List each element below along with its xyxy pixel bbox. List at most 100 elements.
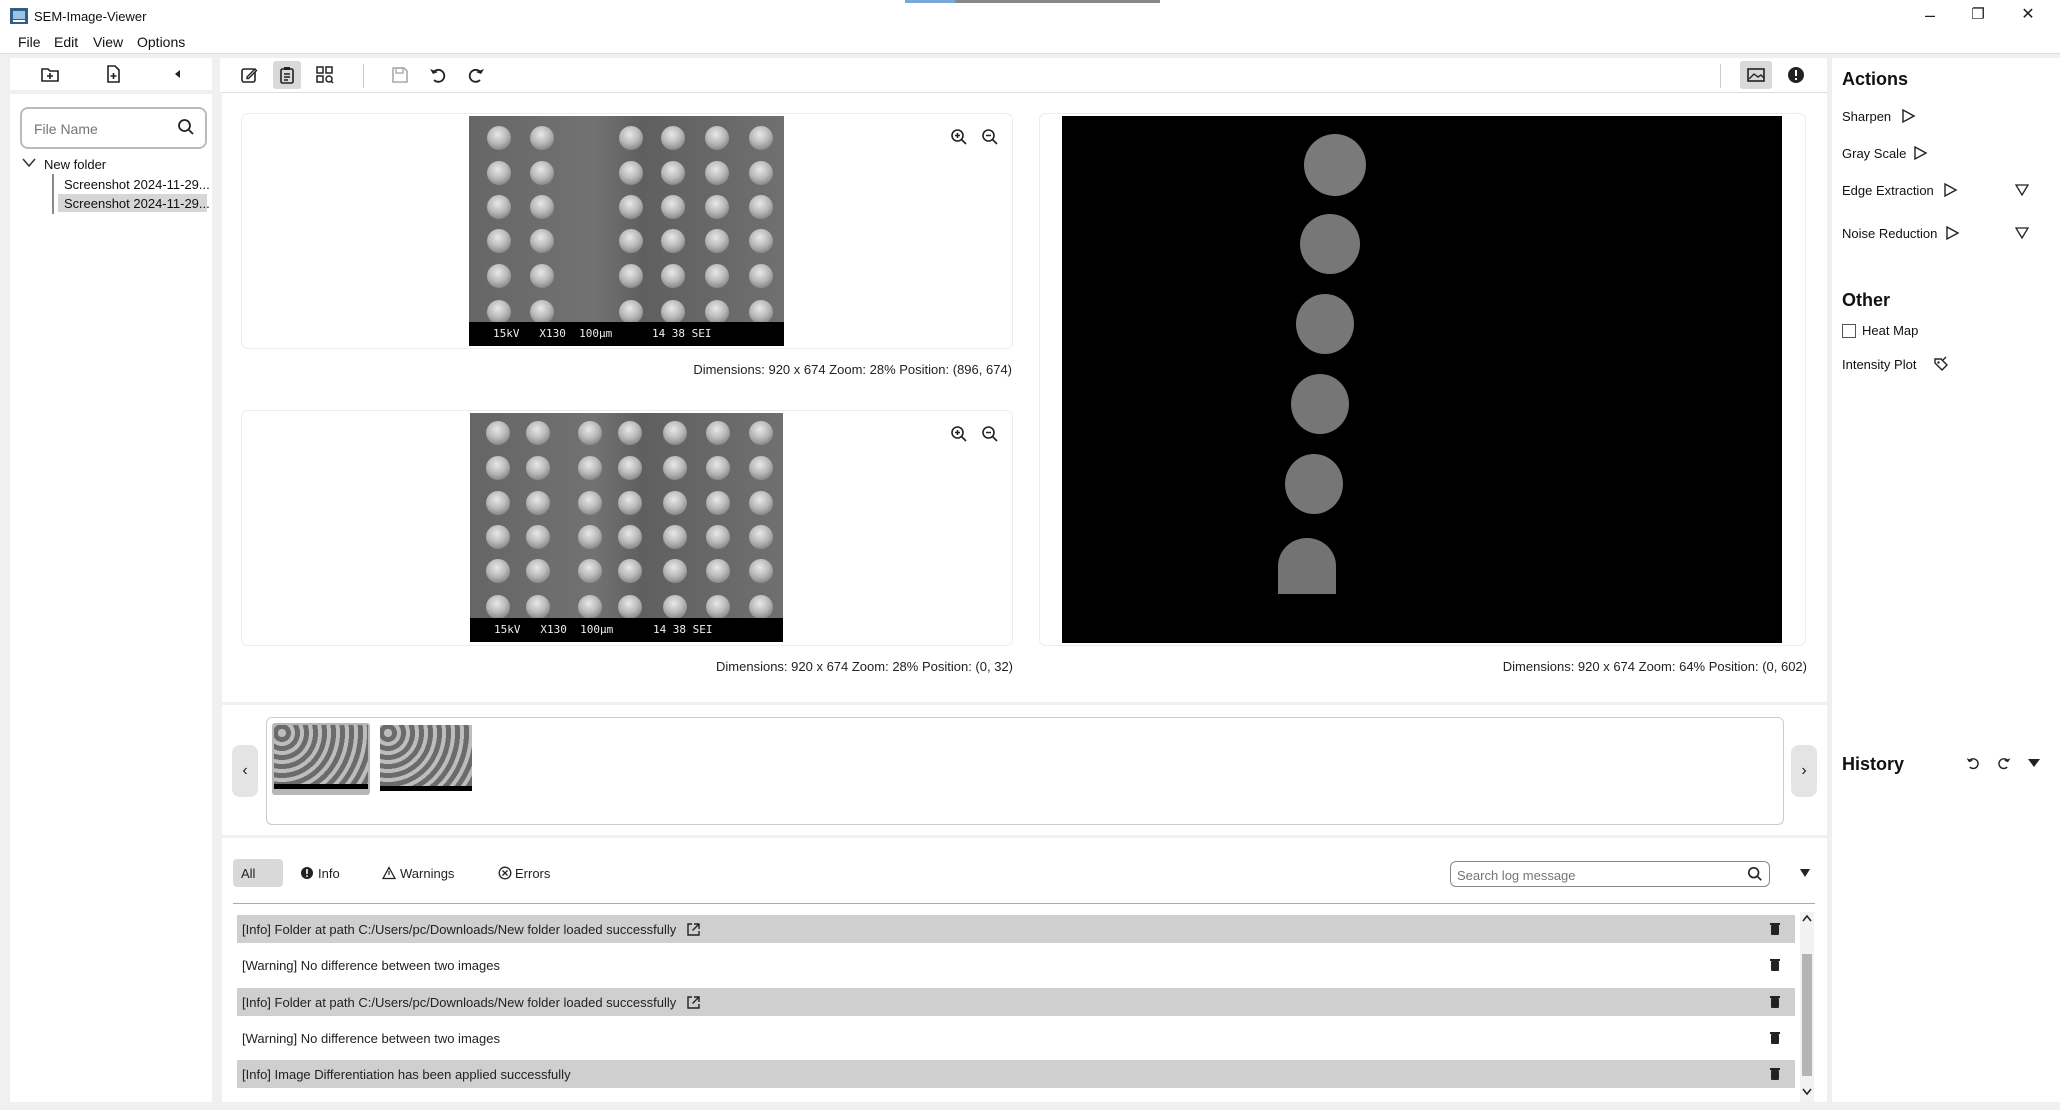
log-filter-info[interactable]: Info [292,859,348,887]
history-undo-icon[interactable] [1965,755,1981,771]
play-icon[interactable] [1942,182,1958,198]
play-icon[interactable] [1912,145,1928,161]
maximize-button[interactable]: ❐ [1958,4,1998,26]
close-button[interactable]: ✕ [2008,4,2048,26]
save-button[interactable] [386,61,414,89]
tree-folder[interactable]: New folder [44,157,106,172]
sem-pillar [705,195,729,219]
collapse-sidebar-button[interactable] [164,60,192,88]
log-filter-errors[interactable]: Errors [490,859,558,887]
image-compare-button[interactable] [1740,61,1772,89]
log-entry: [Info] Folder at path C:/Users/pc/Downlo… [237,988,1795,1016]
action-grayscale-label: Gray Scale [1842,146,1907,161]
log-entry: [Warning] No difference between two imag… [237,1024,1795,1052]
image-dimensions-bottom-left: Dimensions: 920 x 674 Zoom: 28% Position… [716,659,1013,674]
play-icon[interactable] [1944,225,1960,241]
log-entry: [Warning] No difference between two imag… [237,951,1795,979]
sem-pillar [578,421,602,445]
search-icon[interactable] [1747,866,1763,882]
tree-file-item-selected[interactable]: Screenshot 2024-11-29... [64,196,210,211]
alert-button[interactable] [1782,61,1810,89]
menu-view[interactable]: View [93,34,123,50]
sem-pillar [618,456,642,480]
log-filter-all[interactable]: All [233,859,283,887]
menu-options[interactable]: Options [137,34,185,50]
zoom-out-icon[interactable] [981,128,999,146]
thumbnail-1[interactable] [274,725,368,789]
open-folder-icon [41,68,59,82]
zoom-out-icon[interactable] [981,425,999,443]
sem-pillar [661,126,685,150]
log-search-input[interactable] [1457,866,1737,884]
scroll-down-icon[interactable] [1802,1088,1812,1096]
file-search-input[interactable] [34,119,164,139]
zoom-in-icon[interactable] [950,128,968,146]
expand-options-icon[interactable] [2015,227,2029,239]
clipboard-button[interactable] [273,61,301,89]
expand-options-icon[interactable] [2015,184,2029,196]
log-filter-warnings[interactable]: Warnings [374,859,462,887]
history-dropdown-icon[interactable] [2027,758,2041,768]
open-file-button[interactable] [99,60,127,88]
zoom-in-icon[interactable] [950,425,968,443]
chevron-down-icon[interactable] [22,158,36,168]
history-redo-icon[interactable] [1996,755,2012,771]
open-folder-button[interactable] [36,60,64,88]
difference-blob [1278,538,1336,594]
thumbnail-2[interactable] [380,725,472,791]
delete-icon[interactable] [1769,995,1781,1009]
sem-pillar [619,300,643,324]
grid-view-button[interactable] [311,61,339,89]
log-collapse-icon[interactable] [1799,867,1811,879]
sem-pillar [486,456,510,480]
external-link-icon[interactable] [686,995,701,1010]
log-entry-text: [Info] Folder at path C:/Users/pc/Downlo… [242,994,677,1010]
sem-image-original[interactable]: 15kV X130 100μm 14 38 SEI [469,116,784,346]
delete-icon[interactable] [1769,1031,1781,1045]
undo-button[interactable] [424,61,452,89]
delete-icon[interactable] [1769,922,1781,936]
heat-map-checkbox[interactable] [1842,324,1856,338]
play-icon[interactable] [1900,108,1916,124]
external-link-icon[interactable] [686,922,701,937]
log-scrollbar-thumb[interactable] [1802,954,1812,1076]
scroll-up-icon[interactable] [1802,914,1812,922]
log-divider [233,903,1815,904]
sem-pillar [526,456,550,480]
sem-pillar [706,559,730,583]
sem-pillar [530,195,554,219]
history-heading: History [1842,754,1905,774]
open-file-icon [107,65,120,83]
sem-pillar [618,595,642,619]
sem-image-processed[interactable]: 15kV X130 100μm 14 38 SEI [470,413,783,642]
sem-pillar [663,525,687,549]
sem-pillar [619,161,643,185]
other-heading: Other [1842,290,1891,310]
delete-icon[interactable] [1769,1067,1781,1081]
tree-file-item[interactable]: Screenshot 2024-11-29... [64,177,210,192]
sem-scale-bar: 15kV X130 100μm 14 38 SEI [470,618,783,642]
thumbnail-next-button[interactable]: › [1791,745,1817,797]
sem-pillar [749,421,773,445]
difference-image[interactable] [1062,116,1782,643]
sem-pillar [749,229,773,253]
search-icon[interactable] [177,118,195,136]
sem-pillar [706,595,730,619]
sem-pillar [487,264,511,288]
log-scrollbar[interactable] [1800,912,1814,1102]
menu-file[interactable]: File [18,34,41,50]
image-dimensions-top-left: Dimensions: 920 x 674 Zoom: 28% Position… [693,362,1012,377]
delete-icon[interactable] [1769,958,1781,972]
minimize-button[interactable]: – [1910,4,1950,26]
file-explorer-panel [10,94,212,1102]
sem-pillar [661,264,685,288]
thumbnail-prev-button[interactable]: ‹ [232,745,258,797]
app-icon [10,8,28,24]
sem-pillar [486,421,510,445]
sem-pillar [618,421,642,445]
redo-button[interactable] [462,61,490,89]
intensity-plot-icon[interactable] [1933,356,1949,372]
sem-pillar [661,195,685,219]
edit-button[interactable] [235,61,263,89]
menu-edit[interactable]: Edit [54,34,78,50]
